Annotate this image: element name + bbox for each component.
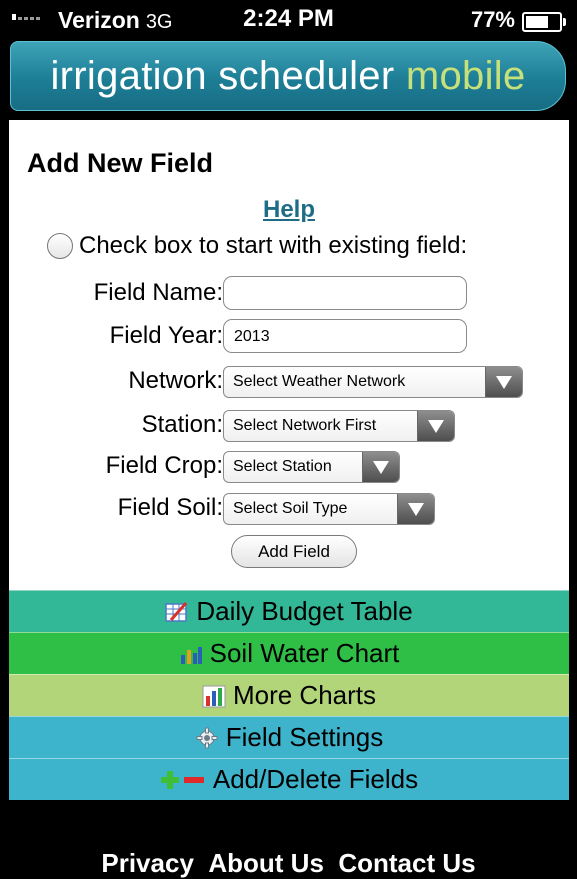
crop-select[interactable]: Select Station (223, 451, 400, 483)
network-row: Network: Select Weather Network (9, 364, 569, 404)
network-select[interactable]: Select Weather Network (223, 366, 523, 398)
about-link[interactable]: About Us (208, 848, 324, 878)
app-logo: irrigation scheduler mobile (11, 54, 565, 99)
crop-label: Field Crop: (105, 452, 223, 479)
menu-item-label: Field Settings (225, 722, 384, 752)
field-name-row: Field Name: (9, 276, 569, 316)
battery-icon (522, 12, 566, 32)
chevron-down-icon (397, 494, 434, 524)
menu-item-add-delete-fields[interactable]: Add/Delete Fields (9, 758, 569, 800)
station-select-value: Select Network First (233, 417, 377, 434)
battery-fill (526, 16, 548, 28)
page-title: Add New Field (27, 148, 214, 178)
soil-row: Field Soil: Select Soil Type (9, 491, 569, 531)
field-year-label: Field Year: (109, 322, 223, 349)
menu-item-more-charts[interactable]: More Charts (9, 674, 569, 716)
soil-select[interactable]: Select Soil Type (223, 493, 435, 525)
bottom-menu: Daily Budget Table Soil Water Chart More… (9, 590, 569, 800)
status-bar: Verizon 3G 2:24 PM 77% (0, 0, 577, 38)
chevron-down-icon (417, 411, 454, 441)
menu-item-daily-budget-table[interactable]: Daily Budget Table (9, 590, 569, 632)
charts-icon (202, 684, 226, 708)
soil-select-value: Select Soil Type (233, 500, 348, 517)
station-select[interactable]: Select Network First (223, 410, 455, 442)
bar-chart-icon (179, 642, 203, 666)
crop-row: Field Crop: Select Station (9, 449, 569, 489)
logo-accent-text: mobile (405, 54, 526, 98)
network-select-value: Select Weather Network (233, 373, 406, 390)
station-label: Station: (141, 411, 223, 438)
gear-icon (195, 726, 219, 750)
menu-item-label: Daily Budget Table (196, 596, 413, 626)
privacy-link[interactable]: Privacy (101, 848, 194, 878)
field-year-input[interactable]: 2013 (223, 319, 467, 353)
contact-link[interactable]: Contact Us (338, 848, 475, 878)
menu-item-label: Soil Water Chart (209, 638, 400, 668)
network-label: Network: (128, 367, 223, 394)
soil-label: Field Soil: (117, 494, 223, 521)
app-header: irrigation scheduler mobile (0, 38, 577, 120)
field-name-label: Field Name: (93, 279, 223, 306)
help-link[interactable]: Help (9, 196, 569, 224)
crop-select-value: Select Station (233, 458, 332, 475)
plus-minus-icon (160, 768, 206, 792)
add-field-button[interactable]: Add Field (231, 535, 357, 568)
existing-field-checkbox[interactable] (47, 233, 73, 259)
battery-percent: 77% (470, 7, 515, 32)
field-name-input[interactable] (223, 276, 467, 310)
logo-banner[interactable]: irrigation scheduler mobile (10, 41, 566, 111)
chevron-down-icon (485, 367, 522, 397)
menu-item-field-settings[interactable]: Field Settings (9, 716, 569, 758)
menu-item-label: More Charts (232, 680, 377, 710)
existing-field-label: Check box to start with existing field: (79, 232, 468, 259)
menu-item-label: Add/Delete Fields (212, 764, 419, 794)
station-row: Station: Select Network First (9, 408, 569, 448)
table-icon (165, 600, 189, 624)
logo-main-text: irrigation scheduler (50, 54, 406, 98)
field-year-row: Field Year: 2013 (9, 319, 569, 359)
chevron-down-icon (362, 452, 399, 482)
menu-item-soil-water-chart[interactable]: Soil Water Chart (9, 632, 569, 674)
add-field-panel: Add New Field Help Check box to start wi… (9, 120, 569, 590)
existing-field-row: Check box to start with existing field: (47, 232, 467, 260)
